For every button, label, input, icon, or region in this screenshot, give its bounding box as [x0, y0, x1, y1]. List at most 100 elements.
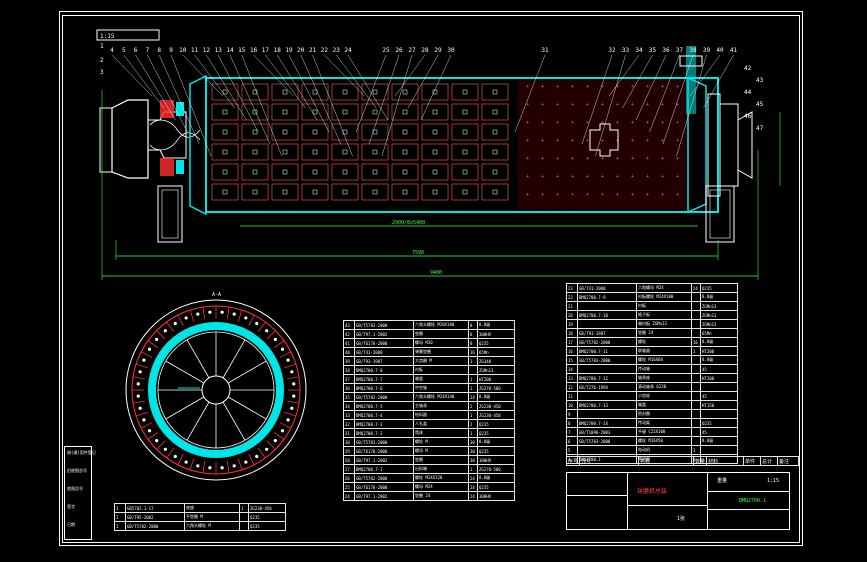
balloon-number: 5	[122, 47, 126, 54]
parts-cell-no: 15	[566, 355, 578, 365]
liner-segment	[248, 453, 255, 466]
liner-bolt-dot	[142, 418, 146, 422]
parts-cell-no: 8	[566, 418, 578, 428]
balloon-number: 1	[100, 43, 104, 50]
balloon-number: 45	[756, 101, 764, 108]
parts-cell-qty	[239, 512, 249, 522]
liner-plate	[451, 163, 479, 181]
liner-bolt	[432, 169, 438, 175]
liner-plate	[331, 183, 359, 201]
parts-cell-mat: ZGMn13	[700, 301, 738, 311]
hatch-mark: +	[616, 120, 619, 126]
parts-row: 39 GB/T93-1987 大齿圈 M 1 ZG340	[343, 356, 515, 366]
liner-segment	[135, 363, 148, 369]
balloon-number: 13	[215, 47, 223, 54]
liner-plate	[301, 123, 329, 141]
parts-cell-qty: 1	[691, 346, 701, 356]
parts-cell-name: 垫圈 24	[413, 491, 469, 501]
liner-segment	[287, 376, 300, 380]
leader-line	[368, 54, 400, 145]
liner-bolt-dot	[173, 454, 177, 459]
hatch-mark: +	[556, 120, 559, 126]
parts-cell-no: 41	[343, 338, 355, 348]
parts-cell-mat: 45	[700, 427, 738, 437]
parts-cell-mat: Q235	[477, 419, 515, 429]
parts-cell-name: 传动架	[636, 418, 692, 428]
parts-cell-no: 28	[343, 455, 355, 465]
hatch-mark: +	[676, 138, 679, 144]
parts-row: 2 GB/T95-2002 平垫圈 M Q235	[114, 512, 286, 522]
hatch-mark: +	[526, 156, 529, 162]
liner-plate	[451, 123, 479, 141]
liner-bolt-dot	[290, 406, 294, 410]
dim-text-barrel: 2900/8x5400	[392, 220, 425, 226]
left-stamp-column: 借(通)用件登记 旧底图总号 底图总号 签字 日期	[64, 446, 96, 540]
parts-row: 19 端衬板 ZGMn13 ZGMn13	[566, 319, 738, 329]
balloon-number: 26	[395, 47, 403, 54]
liner-segment	[279, 422, 292, 429]
liner-plate	[211, 183, 239, 201]
liner-plate	[331, 103, 359, 121]
liner-bolt	[432, 109, 438, 115]
parts-cell-qty	[691, 328, 701, 338]
hatch-mark: +	[526, 120, 529, 126]
liner-bolt-dot	[163, 447, 167, 451]
parts-cell-qty: 1	[468, 374, 478, 384]
liner-bolt	[402, 169, 408, 175]
liner-bolt-dot	[290, 370, 294, 374]
leader-line	[288, 54, 330, 133]
dim-text-span: 7590	[412, 250, 424, 256]
parts-cell-qty	[691, 382, 701, 392]
hatch-mark: +	[586, 84, 589, 90]
liner-bolt-dot	[286, 358, 290, 362]
parts-cell-mat: 8.8级	[477, 392, 515, 402]
liner-bolt-dot	[173, 321, 177, 326]
liner-segment	[156, 440, 166, 450]
liner-segment	[177, 453, 184, 466]
parts-cell-mat: 8.8级	[477, 473, 515, 483]
weight-label: 重量	[717, 478, 728, 484]
hatch-mark: +	[676, 84, 679, 90]
liner-bolt	[312, 149, 318, 155]
hatch-mark: +	[601, 156, 604, 162]
parts-cell-name: 传动轴	[636, 364, 692, 374]
parts-cell-no: 17	[566, 337, 578, 347]
hdr-unit: 单件	[743, 456, 762, 466]
hatch-mark: +	[571, 84, 574, 90]
parts-cell-no: 9	[566, 409, 578, 419]
hatch-mark: +	[661, 192, 664, 198]
liner-bolt-dot	[184, 316, 188, 320]
parts-cell-qty: 30	[468, 437, 478, 447]
liner-plate	[361, 163, 389, 181]
liner-grid	[211, 83, 509, 201]
stamp-line-3: 签字	[67, 504, 75, 509]
parts-cell-code: GB/T1096-2003	[577, 427, 637, 437]
hatch-mark: +	[541, 102, 544, 108]
balloon-number: 7	[146, 47, 150, 54]
parts-cell-qty: 30	[468, 446, 478, 456]
parts-cell-no: 24	[343, 491, 355, 501]
parts-cell-name: 螺栓 M16X60	[636, 355, 692, 365]
parts-row: 42 GB/T97.1-2002 垫圈 8 300HV	[343, 329, 515, 339]
parts-cell-name: 主轴承	[413, 401, 469, 411]
parts-cell-code: BMQ2700.7-9	[577, 292, 637, 302]
parts-row: 37 BMQ2700.7-7 端盖 1 HT200	[343, 374, 515, 384]
leader-line	[355, 54, 387, 133]
hatch-mark: +	[571, 192, 574, 198]
liner-plate	[331, 83, 359, 101]
liner-segment	[189, 309, 195, 322]
liner-plate	[421, 143, 449, 161]
liner-segment	[266, 440, 276, 450]
parts-cell-name: 六角头螺栓 M	[184, 521, 240, 531]
parts-row: 27 BMQ2700.7-1 出料端 1 ZG270-500	[343, 464, 515, 474]
hatch-mark: +	[661, 84, 664, 90]
spoke	[227, 396, 267, 420]
parts-row: 34 BMQ2700.7-5 主轴承 2 ZG230-450	[343, 401, 515, 411]
liner-bolt	[282, 169, 288, 175]
liner-bolt	[342, 89, 348, 95]
parts-cell-no: 6	[566, 436, 578, 446]
parts-row: 3 GB5782.1-17 底座 1 ZG230-450	[114, 503, 286, 513]
liner-bolt-dot	[232, 464, 236, 468]
hatch-mark: +	[526, 138, 529, 144]
parts-cell-no: 22	[566, 292, 578, 302]
